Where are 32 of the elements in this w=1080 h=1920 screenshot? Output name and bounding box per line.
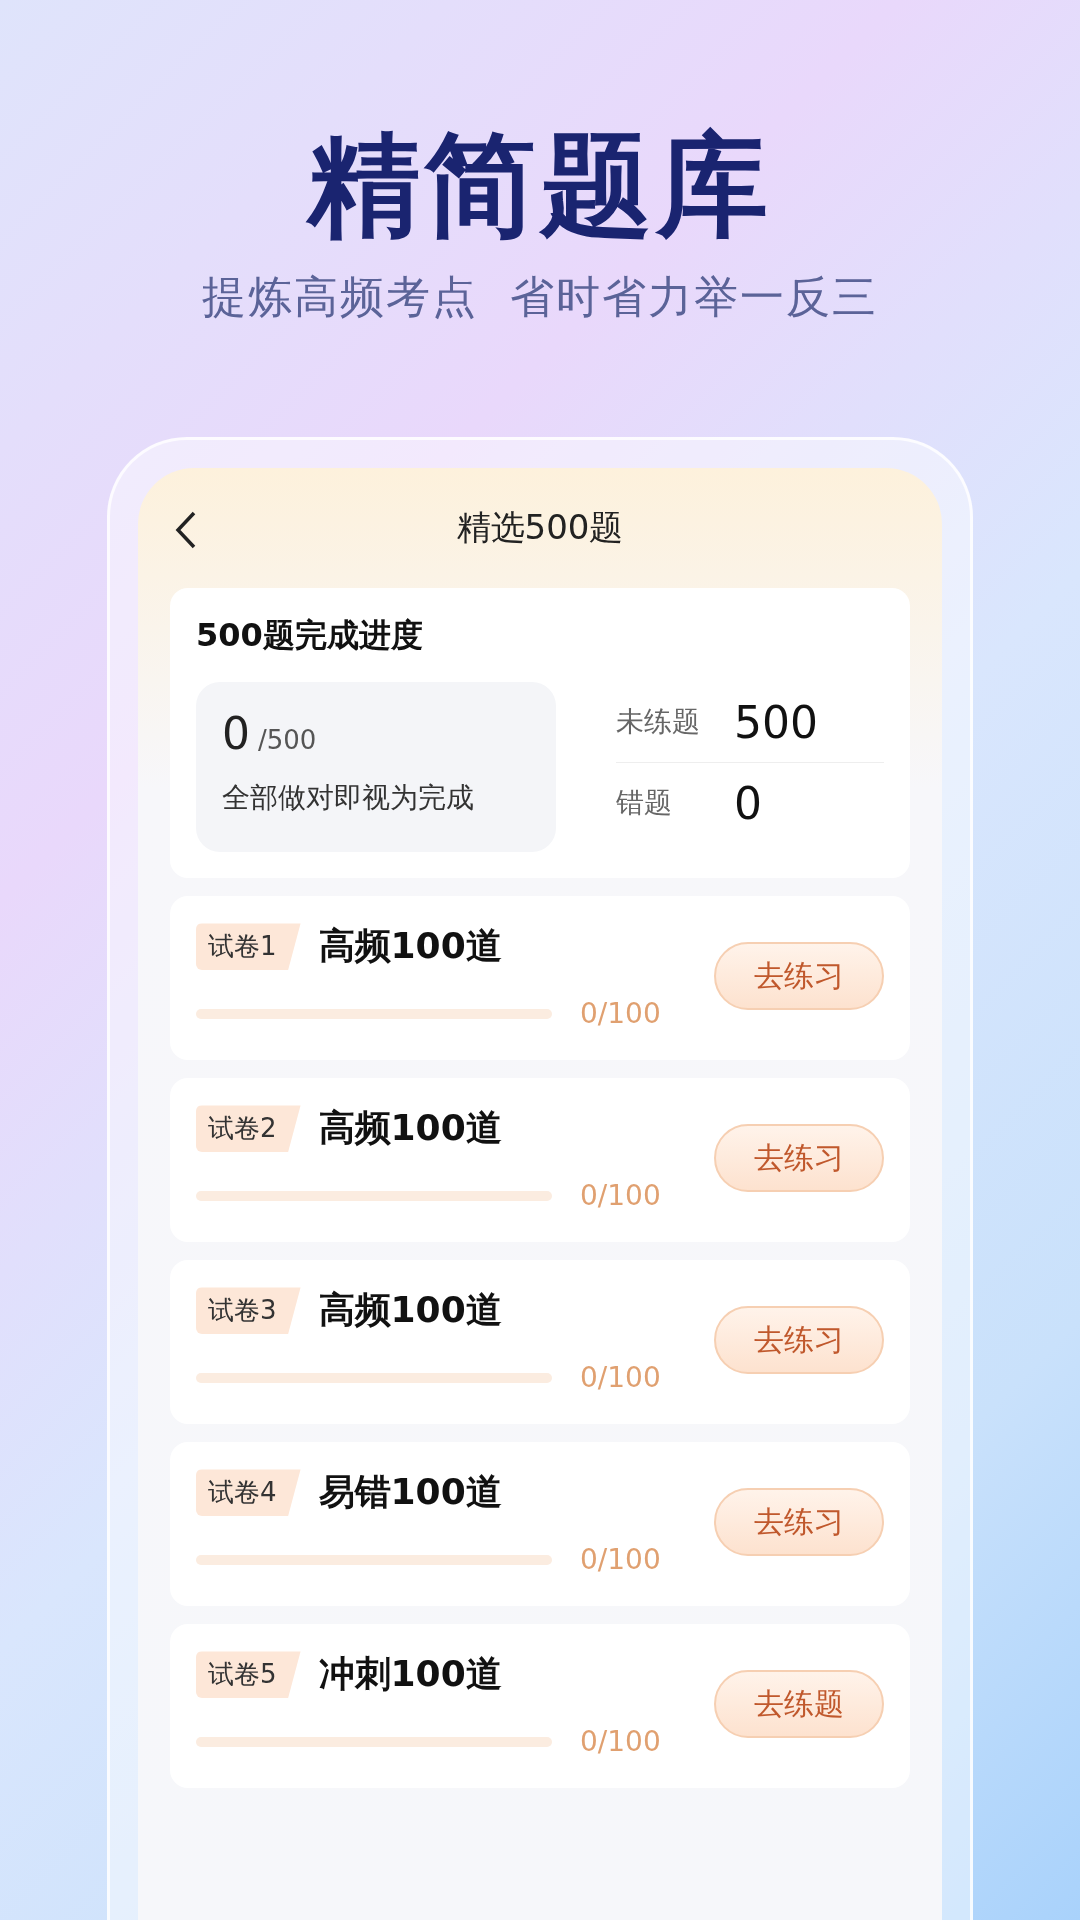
completion-note: 全部做对即视为完成 xyxy=(222,780,475,817)
practice-button[interactable]: 去练习 xyxy=(714,1488,884,1557)
paper-tag: 试卷1 xyxy=(196,923,301,971)
paper-tag: 试卷5 xyxy=(196,1651,301,1699)
practice-button[interactable]: 去练习 xyxy=(714,942,884,1011)
paper-tag: 试卷4 xyxy=(196,1469,301,1517)
paper-name: 易错100道 xyxy=(318,1470,502,1515)
stat-label: 未练题 xyxy=(616,704,701,741)
stat-value: 500 xyxy=(734,696,818,748)
progress-text: 0/100 xyxy=(580,1543,661,1577)
practice-button[interactable]: 去练题 xyxy=(714,1670,884,1739)
progress-text: 0/100 xyxy=(580,1179,661,1213)
stat-value: 0 xyxy=(734,777,762,829)
paper-tag: 试卷3 xyxy=(196,1287,301,1335)
headline: 精简题库 xyxy=(308,119,772,252)
progress-text: 0/100 xyxy=(580,997,661,1031)
page-title: 精选500题 xyxy=(456,506,624,550)
subheadline: 提炼高频考点 省时省力举一反三 xyxy=(202,270,878,325)
card-title: 500题完成进度 xyxy=(196,615,424,657)
practice-button[interactable]: 去练习 xyxy=(714,1124,884,1193)
progress-text: 0/100 xyxy=(580,1361,661,1395)
back-icon[interactable] xyxy=(174,510,198,551)
paper-name: 冲刺100道 xyxy=(318,1652,502,1697)
total-count: /500 xyxy=(258,725,317,756)
paper-name: 高频100道 xyxy=(318,1106,502,1151)
done-count: 0 xyxy=(222,708,250,760)
paper-tag: 试卷2 xyxy=(196,1105,301,1153)
paper-name: 高频100道 xyxy=(318,1288,502,1333)
stat-label: 错题 xyxy=(616,785,673,822)
paper-name: 高频100道 xyxy=(318,924,502,969)
practice-button[interactable]: 去练习 xyxy=(714,1306,884,1375)
progress-text: 0/100 xyxy=(580,1725,661,1759)
